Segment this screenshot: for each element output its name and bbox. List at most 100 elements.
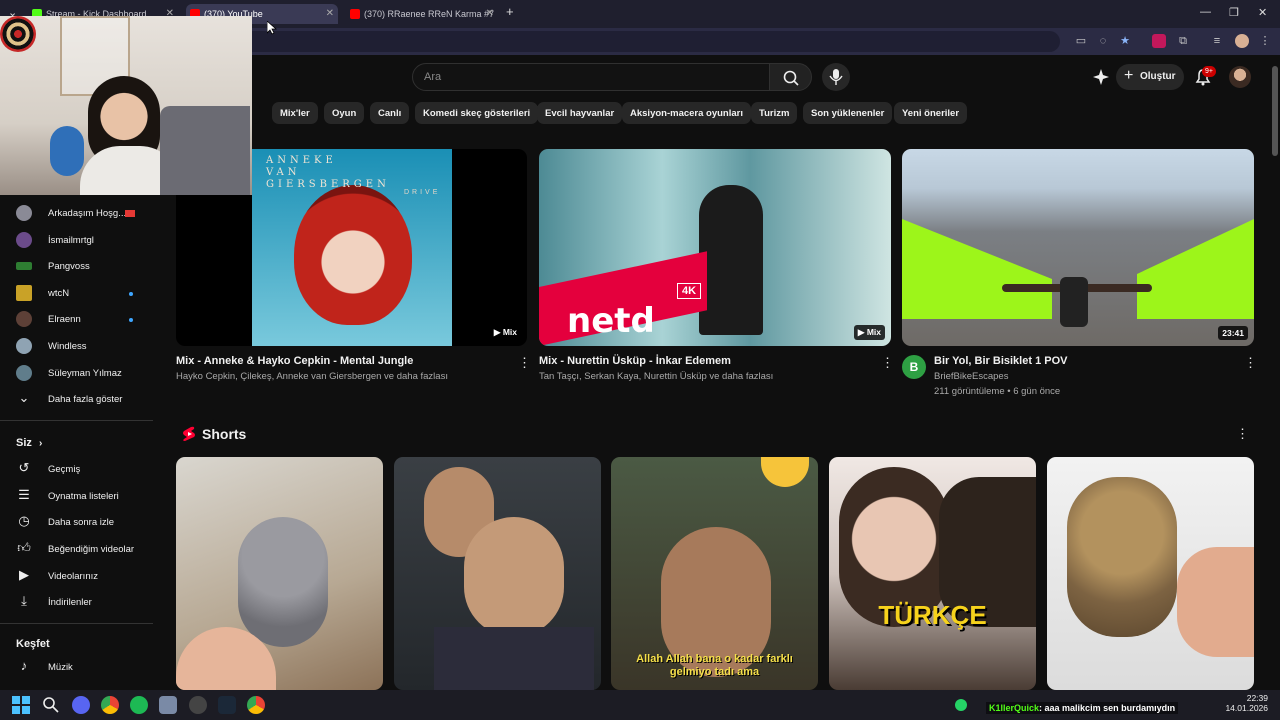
obs-icon[interactable] (189, 696, 207, 714)
sidebar-item-music[interactable]: ♪ Müzik (0, 654, 160, 680)
subscription-item[interactable]: Elraenn (0, 306, 160, 332)
eye-off-icon[interactable]: ◌ (1096, 34, 1110, 48)
show-more-button[interactable]: ⌄ Daha fazla göster (0, 386, 160, 412)
subscription-label: Windless (48, 341, 87, 352)
new-tab-button[interactable]: + (506, 4, 514, 19)
app-icon[interactable] (159, 696, 177, 714)
spotify-icon[interactable] (130, 696, 148, 714)
channel-avatar[interactable]: B (902, 355, 926, 379)
subscription-item[interactable]: wtcN (0, 280, 160, 306)
account-avatar[interactable] (1229, 66, 1251, 88)
subscription-item[interactable]: Süleyman Yılmaz (0, 360, 160, 386)
steam-icon[interactable] (218, 696, 236, 714)
windows-start-icon[interactable] (12, 696, 30, 714)
you-heading-label: Siz (16, 437, 32, 449)
singer-silhouette (699, 185, 763, 335)
video-title[interactable]: Mix - Nurettin Üsküp - İnkar Edemem (539, 355, 731, 367)
sidebar-icon[interactable]: ≡ (1210, 34, 1224, 48)
bike-stem-shape (1060, 277, 1088, 327)
sidebar-item-history[interactable]: ↺ Geçmiş (0, 456, 160, 482)
restore-icon[interactable]: ❐ (1229, 6, 1239, 19)
subscription-item[interactable]: Pangvoss (0, 253, 160, 279)
chip-comedy[interactable]: Komedi skeç gösterileri (415, 102, 539, 124)
short-caption: TÜRKÇE (878, 600, 987, 630)
chip-new-to-you[interactable]: Yeni öneriler (894, 102, 968, 124)
video-title[interactable]: Mix - Anneke & Hayko Cepkin - Mental Jun… (176, 355, 413, 367)
video-menu-icon[interactable]: ⋮ (1244, 355, 1257, 371)
extension-icon[interactable] (1152, 34, 1166, 48)
chevron-down-icon: ⌄ (18, 390, 30, 405)
short-1[interactable] (176, 457, 383, 690)
subscription-label: Arkadaşım Hoşg... (48, 208, 127, 219)
playlist-icon: ☰ (18, 487, 30, 502)
live-dot (129, 292, 133, 296)
video-title[interactable]: Bir Yol, Bir Bisiklet 1 POV (934, 355, 1067, 367)
kitten-shape (238, 517, 328, 647)
minimize-icon[interactable]: — (1200, 6, 1211, 18)
discord-icon[interactable] (72, 696, 90, 714)
explore-section-heading: Keşfet (16, 638, 50, 650)
sidebar-item-watch-later[interactable]: ◷ Daha sonra izle (0, 509, 160, 535)
search-button[interactable] (769, 63, 812, 91)
chrome-profile-icon[interactable] (247, 696, 265, 714)
video-menu-icon[interactable]: ⋮ (881, 355, 894, 371)
sidebar-item-your-videos[interactable]: ▶ Videolarınız (0, 563, 160, 589)
netd-logo: netd (567, 301, 655, 341)
short-3[interactable]: Allah Allah bana o kadar farklı gelmiyo … (611, 457, 818, 690)
subscription-item[interactable]: Arkadaşım Hoşg... (0, 200, 160, 226)
video-menu-icon[interactable]: ⋮ (518, 355, 531, 371)
chrome-icon[interactable] (101, 696, 119, 714)
chip-action-adventure[interactable]: Aksiyon-macera oyunları (622, 102, 751, 124)
puzzle-icon[interactable]: ⧉ (1176, 34, 1190, 48)
left-arm-shape (902, 219, 1052, 319)
chip-tourism[interactable]: Turizm (751, 102, 798, 124)
mix-badge: ▶ Mix (853, 325, 885, 340)
mouse-cursor-icon (267, 21, 277, 35)
voice-search-button[interactable] (822, 63, 850, 91)
chip-live[interactable]: Canlı (370, 102, 410, 124)
mix-badge: ▶ Mix (489, 325, 521, 340)
mix-badge-label: Mix (866, 327, 881, 337)
profile-icon[interactable] (1235, 34, 1249, 48)
chip-gaming[interactable]: Oyun (324, 102, 365, 124)
taskbar-search-icon[interactable] (42, 696, 60, 714)
shorts-menu-icon[interactable]: ⋮ (1236, 426, 1249, 442)
create-button[interactable]: + Oluştur (1116, 64, 1184, 90)
video-thumbnail-2[interactable]: netd 4K ▶ Mix (539, 149, 891, 346)
short-4[interactable]: TÜRKÇE (829, 457, 1036, 690)
video-thumbnail-3[interactable]: 23:41 (902, 149, 1254, 346)
chip-mixes[interactable]: Mix'ler (272, 102, 318, 124)
chip-recently-uploaded[interactable]: Son yüklenenler (803, 102, 893, 124)
sidebar-item-liked-videos[interactable]: 👍︎ Beğendiğim videolar (0, 536, 160, 562)
show-more-label: Daha fazla göster (48, 394, 123, 405)
portrait-shape (294, 185, 412, 325)
page-scrollbar[interactable] (1272, 66, 1278, 156)
chip-pets[interactable]: Evcil hayvanlar (537, 102, 623, 124)
tab-youtube-video[interactable]: (370) RRaenee RReN Karma #7 ✕ (346, 4, 498, 24)
cast-icon[interactable]: ▭ (1074, 34, 1088, 48)
close-window-icon[interactable]: ✕ (1258, 6, 1267, 19)
bookmark-star-icon[interactable]: ★ (1118, 34, 1132, 48)
you-section-heading[interactable]: Siz › (16, 437, 42, 449)
gemini-spark-icon[interactable] (1092, 68, 1110, 86)
subscription-item[interactable]: Windless (0, 333, 160, 359)
sidebar-item-playlists[interactable]: ☰ Oynatma listeleri (0, 483, 160, 509)
shorts-heading: Shorts (202, 426, 247, 442)
channel-name[interactable]: BriefBikeEscapes (934, 371, 1008, 382)
whatsapp-icon[interactable] (955, 699, 967, 711)
search-input[interactable]: Ara (412, 63, 770, 91)
subscription-label: wtcN (48, 288, 70, 299)
subscription-label: Pangvoss (48, 261, 90, 272)
close-tab-icon[interactable]: ✕ (486, 8, 494, 19)
short-5[interactable] (1047, 457, 1254, 690)
video-icon: ▶ (19, 567, 29, 582)
video-meta: Tan Taşçı, Serkan Kaya, Nurettin Üsküp v… (539, 371, 774, 382)
subscription-item[interactable]: İsmailmrtgl (0, 227, 160, 253)
system-clock[interactable]: 22:39 14.01.2026 (1220, 693, 1268, 713)
tab-title: (370) RRaenee RReN Karma #7 (364, 9, 495, 19)
short-2[interactable] (394, 457, 601, 690)
close-tab-icon[interactable]: ✕ (326, 8, 334, 19)
menu-kebab-icon[interactable]: ⋮ (1258, 34, 1272, 48)
video-stats: 211 görüntüleme • 6 gün önce (934, 386, 1061, 397)
sidebar-item-downloads[interactable]: ⤓ İndirilenler (0, 589, 160, 615)
